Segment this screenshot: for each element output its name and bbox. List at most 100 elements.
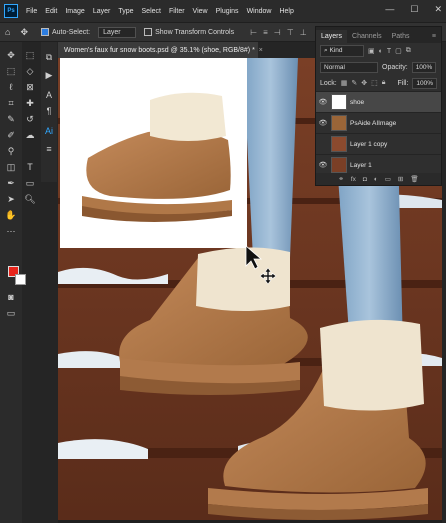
layer-thumbnail — [331, 136, 347, 152]
lock-all-icon[interactable]: 🔒︎ — [382, 79, 386, 87]
align-left-icon[interactable]: ⊢ — [250, 28, 257, 37]
panel-menu-icon[interactable]: ≡ — [427, 30, 441, 43]
transform-controls-checkbox[interactable] — [144, 28, 153, 36]
link-icon[interactable]: ⚭ — [338, 175, 343, 183]
layer-name: Layer 1 copy — [350, 140, 388, 148]
window-controls: — ☐ ✕ — [385, 4, 442, 15]
history-panel-icon[interactable]: ⧉ — [41, 50, 57, 64]
new-layer-icon[interactable]: ⊞ — [398, 175, 403, 183]
align-right-icon[interactable]: ⊣ — [274, 28, 281, 37]
menu-type[interactable]: Type — [114, 8, 137, 15]
auto-select-checkbox[interactable] — [40, 28, 49, 36]
align-center-icon[interactable]: ≡ — [263, 28, 268, 37]
move-tool-icon[interactable]: ✥ — [20, 27, 28, 38]
lock-label: Lock: — [320, 79, 337, 87]
lock-move-icon[interactable]: ✥ — [361, 79, 367, 87]
menu-plugins[interactable]: Plugins — [212, 8, 243, 15]
menu-window[interactable]: Window — [243, 8, 276, 15]
eraser-icon[interactable]: ◫ — [3, 160, 19, 174]
paragraph-panel-icon[interactable]: ¶ — [41, 104, 57, 118]
menu-file[interactable]: File — [22, 8, 41, 15]
document-tab[interactable]: Women's faux fur snow boots.psd @ 35.1% … — [58, 42, 263, 58]
layer-row[interactable]: Layer 1 copy — [316, 133, 441, 154]
menu-image[interactable]: Image — [61, 8, 88, 15]
history-brush-icon[interactable]: ↺ — [22, 112, 38, 126]
screen-mode-icon[interactable]: ▭ — [3, 306, 19, 320]
close-button[interactable]: ✕ — [434, 4, 442, 15]
group-icon[interactable]: ▭ — [385, 175, 391, 183]
menu-help[interactable]: Help — [275, 8, 297, 15]
align-top-icon[interactable]: ⊤ — [287, 28, 294, 37]
filter-type-icon[interactable]: T — [387, 48, 391, 55]
filter-smart-icon[interactable]: ⧉ — [406, 47, 411, 55]
zoom-icon[interactable]: 🔍︎ — [22, 192, 38, 206]
heal-icon[interactable]: ✚ — [22, 96, 38, 110]
stamp-icon[interactable]: ⚲ — [3, 144, 19, 158]
layer-thumbnail — [331, 94, 347, 110]
smudge-icon[interactable]: ☁ — [22, 128, 38, 142]
layer-row[interactable]: 👁︎ PsAide AIImage — [316, 112, 441, 133]
layer-filter-dropdown[interactable]: ⌕ Kind — [320, 45, 364, 57]
eye-icon[interactable]: 👁︎ — [318, 119, 328, 127]
eye-icon[interactable]: 👁︎ — [318, 98, 328, 106]
play-icon[interactable]: ▶ — [41, 68, 57, 82]
lock-paint-icon[interactable]: ✎ — [351, 79, 357, 87]
tab-layers[interactable]: Layers — [316, 30, 348, 43]
maximize-button[interactable]: ☐ — [410, 4, 418, 15]
more-tools-icon[interactable]: ⋯ — [3, 224, 19, 238]
filter-adjust-icon[interactable]: ◐ — [379, 48, 383, 55]
layer-row[interactable]: 👁︎ Layer 1 — [316, 154, 441, 175]
menu-layer[interactable]: Layer — [89, 8, 115, 15]
frame-icon[interactable]: ⊠ — [22, 80, 38, 94]
photoshop-logo: Ps — [4, 4, 18, 18]
crop-icon[interactable]: ⌗ — [3, 96, 19, 110]
align-buttons: ⊢ ≡ ⊣ ⊤ ⊥ — [250, 28, 307, 37]
hand-icon[interactable]: ✋ — [3, 208, 19, 222]
layer-row[interactable]: 👁︎ shoe — [316, 91, 441, 112]
menu-filter[interactable]: Filter — [165, 8, 189, 15]
blend-mode-dropdown[interactable]: Normal — [320, 61, 378, 73]
quick-mask-icon[interactable]: ◙ — [3, 290, 19, 304]
tab-paths[interactable]: Paths — [387, 30, 415, 43]
align-bottom-icon[interactable]: ⊥ — [300, 28, 307, 37]
lock-artboard-icon[interactable]: ⬚ — [371, 79, 378, 87]
fill-label: Fill: — [397, 79, 409, 87]
shape-icon[interactable]: ▭ — [22, 176, 38, 190]
filter-shape-icon[interactable]: ▢ — [395, 47, 402, 55]
menu-select[interactable]: Select — [138, 8, 165, 15]
close-tab-icon[interactable]: × — [259, 47, 263, 54]
lasso-icon[interactable]: ℓ — [3, 80, 19, 94]
brush-icon[interactable]: ✐ — [3, 128, 19, 142]
artboard-icon[interactable]: ⬚ — [22, 48, 38, 62]
background-color-swatch[interactable] — [15, 274, 26, 285]
minimize-button[interactable]: — — [385, 4, 394, 15]
move-icon[interactable]: ✥ — [3, 48, 19, 62]
home-icon[interactable]: ⌂ — [5, 27, 10, 37]
mask-icon[interactable]: ◘ — [363, 176, 367, 183]
tab-channels[interactable]: Channels — [347, 30, 387, 43]
blend-row: Normal Opacity: 100% — [316, 59, 441, 75]
lock-pixels-icon[interactable]: ▦ — [341, 79, 348, 87]
layer-name: shoe — [350, 98, 365, 106]
menu-edit[interactable]: Edit — [41, 8, 61, 15]
adjustments-icon[interactable]: ≡ — [41, 142, 57, 156]
fx-button[interactable]: fx — [351, 176, 356, 183]
trash-icon[interactable]: 🗑︎ — [410, 175, 418, 183]
menu-view[interactable]: View — [189, 8, 212, 15]
ai-panel-icon[interactable]: Ai — [41, 124, 57, 138]
panel-tabs: Layers Channels Paths ≡ — [316, 27, 441, 43]
opacity-input[interactable]: 100% — [411, 61, 437, 73]
type-icon[interactable]: T — [22, 160, 38, 174]
auto-select-dropdown[interactable]: Layer — [98, 26, 137, 38]
marquee-icon[interactable]: ⬚ — [3, 64, 19, 78]
character-panel-icon[interactable]: A — [41, 88, 57, 102]
eye-icon[interactable]: 👁︎ — [318, 161, 328, 169]
polygon-lasso-icon[interactable]: ◇ — [22, 64, 38, 78]
document-title: Women's faux fur snow boots.psd @ 35.1% … — [64, 46, 255, 54]
filter-pixel-icon[interactable]: ▣ — [368, 47, 375, 55]
fill-input[interactable]: 100% — [412, 77, 437, 89]
eyedropper-icon[interactable]: ✎ — [3, 112, 19, 126]
pen-icon[interactable]: ✒ — [3, 176, 19, 190]
select-icon[interactable]: ➤ — [3, 192, 19, 206]
adjustment-layer-icon[interactable]: ◐ — [374, 176, 378, 183]
